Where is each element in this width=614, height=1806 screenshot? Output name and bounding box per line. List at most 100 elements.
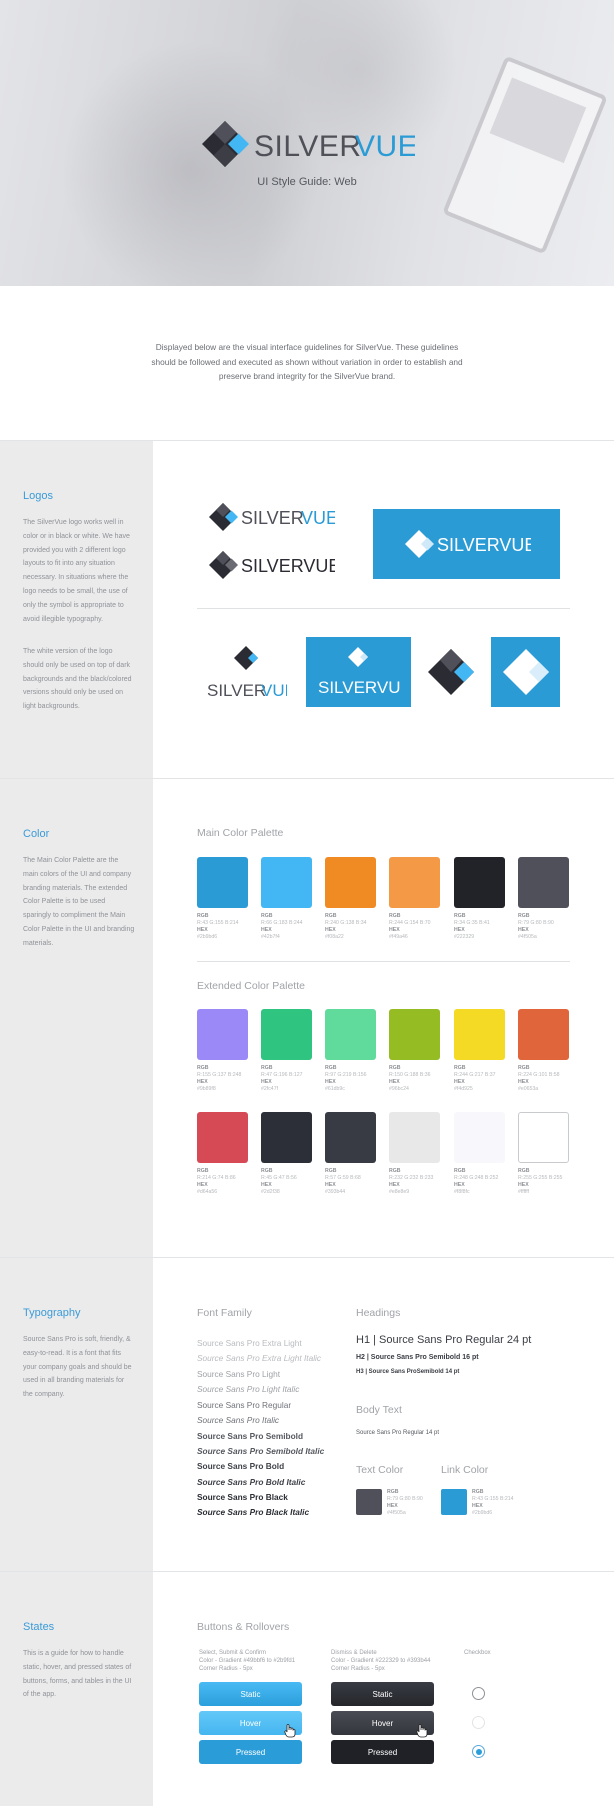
logo-horizontal-black: SILVERVUE (209, 551, 335, 579)
font-sample: Source Sans Pro Italic (197, 1415, 280, 1425)
svg-text:VUE: VUE (261, 681, 287, 700)
logos-paragraph-2: The white version of the logo should onl… (23, 648, 132, 711)
color-swatch-label: RGB R:45 G:47 B:56 HEX #2d2f38 (261, 1168, 297, 1195)
color-swatch (454, 1112, 505, 1163)
font-sample: Source Sans Pro Black (197, 1492, 288, 1502)
extended-palette-title: Extended Color Palette (197, 980, 305, 992)
color-swatch-label: RGB R:34 G:35 B:41 HEX #222329 (454, 913, 490, 940)
color-description: The Main Color Palette are the main colo… (23, 857, 135, 947)
logo-text-silver: SILVER (254, 130, 362, 163)
tablet-image (442, 55, 608, 255)
hero-subtitle: UI Style Guide: Web (257, 176, 357, 188)
color-swatch-label: RGB R:255 G:255 B:255 HEX #ffffff (518, 1168, 563, 1195)
dark-button-pressed[interactable]: Pressed (331, 1740, 434, 1764)
color-swatch (261, 857, 312, 908)
color-sidebar (0, 779, 153, 1257)
typography-sidebar (0, 1258, 153, 1571)
font-sample: Source Sans Pro Black Italic (197, 1507, 310, 1517)
svg-text:SILVER: SILVER (207, 681, 266, 700)
color-swatch-label: RGB R:97 G:219 B:156 HEX #61db9c (325, 1065, 367, 1092)
blue-button-pressed[interactable]: Pressed (199, 1740, 302, 1764)
typography-description: Source Sans Pro is soft, friendly, & eas… (23, 1336, 132, 1399)
color-swatch (389, 857, 440, 908)
logos-divider (197, 608, 570, 609)
checkbox-pressed[interactable] (472, 1745, 485, 1758)
buttons-title: Buttons & Rollovers (197, 1621, 290, 1633)
color-swatch-label: RGB R:150 G:188 B:36 HEX #96bc24 (389, 1065, 431, 1092)
checkbox-static[interactable] (472, 1687, 485, 1700)
hand-cursor-icon (416, 1724, 428, 1738)
color-swatch (197, 857, 248, 908)
logos-paragraph-1: The SilverVue logo works well in color o… (23, 519, 130, 623)
text-color-title: Text Color (356, 1464, 404, 1476)
color-swatch (197, 1009, 248, 1060)
logo-stacked-white: SILVERVUE (306, 637, 411, 707)
color-swatch-label: RGB R:232 G:232 B:233 HEX #e8e8e9 (389, 1168, 434, 1195)
body-text-title: Body Text (356, 1404, 402, 1416)
color-swatch (325, 1112, 376, 1163)
dark-button-spec: Dismiss & Delete Color - Gradient #22232… (331, 1650, 431, 1672)
body-text-sample: Source Sans Pro Regular 14 pt (356, 1430, 440, 1436)
color-swatch (197, 1112, 248, 1163)
silvervue-logo: SILVER VUE (202, 121, 415, 167)
heading-h2-sample: H2 | Source Sans Pro Semibold 16 pt (356, 1354, 479, 1361)
font-sample: Source Sans Pro Light (197, 1369, 281, 1379)
font-sample: Source Sans Pro Extra Light Italic (197, 1353, 322, 1363)
logo-symbol-white (491, 637, 560, 707)
color-swatch-label: RGB R:66 G:183 B:244 HEX #42b7f4 (261, 913, 303, 940)
heading-h1-sample: H1 | Source Sans Pro Regular 24 pt (356, 1334, 532, 1346)
logo-stacked-color: SILVER VUE (207, 646, 287, 700)
svg-text:SILVERVUE: SILVERVUE (437, 535, 531, 555)
intro-text: Displayed below are the visual interface… (151, 342, 463, 381)
heading-h3-sample: H3 | Source Sans ProSemibold 14 pt (356, 1369, 460, 1375)
color-swatch (389, 1112, 440, 1163)
svg-text:SILVERVUE: SILVERVUE (241, 556, 335, 576)
states-title: States (23, 1621, 55, 1633)
color-swatch (325, 857, 376, 908)
color-swatch-label: RGB R:47 G:196 B:127 HEX #2fc47f (261, 1065, 303, 1092)
color-swatch-label: RGB R:224 G:101 B:58 HEX #e0653a (518, 1065, 560, 1092)
font-sample: Source Sans Pro Light Italic (197, 1384, 300, 1394)
font-family-title: Font Family (197, 1307, 252, 1319)
color-swatch-label: RGB R:57 G:59 B:68 HEX #393b44 (325, 1168, 361, 1195)
color-swatch-label: RGB R:240 G:138 B:34 HEX #f08a22 (325, 913, 367, 940)
color-swatch (325, 1009, 376, 1060)
svg-text:SILVER: SILVER (241, 508, 304, 528)
color-swatch (389, 1009, 440, 1060)
color-swatch (454, 1009, 505, 1060)
color-title: Color (23, 828, 50, 840)
color-swatch-label: RGB R:155 G:137 B:248 HEX #9b89f8 (197, 1065, 242, 1092)
hero-banner: SILVER VUE UI Style Guide: Web (0, 0, 614, 286)
color-section: Color The Main Color Palette are the mai… (0, 779, 614, 1257)
logo-text-vue: VUE (355, 130, 415, 163)
color-swatch (518, 1009, 569, 1060)
font-sample: Source Sans Pro Semibold Italic (197, 1446, 325, 1456)
color-swatch (261, 1009, 312, 1060)
color-swatch (518, 857, 569, 908)
blue-button-static[interactable]: Static (199, 1682, 302, 1706)
logo-mark-icon (202, 121, 249, 167)
main-palette-title: Main Color Palette (197, 827, 284, 839)
logo-symbol-color (428, 649, 474, 695)
color-swatch-label: RGB R:248 G:248 B:252 HEX #f8f8fc (454, 1168, 499, 1195)
palette-divider (197, 961, 570, 962)
checkbox-hover[interactable] (472, 1716, 485, 1729)
logo-horizontal-color: SILVER VUE (209, 503, 335, 531)
link-color-title: Link Color (441, 1464, 489, 1476)
color-swatch-label: RGB R:79 G:80 B:90 HEX #4f505a (518, 913, 554, 940)
typography-section: Typography Source Sans Pro is soft, frie… (0, 1258, 614, 1571)
color-swatch (261, 1112, 312, 1163)
dark-button-static[interactable]: Static (331, 1682, 434, 1706)
logos-title: Logos (23, 490, 53, 502)
headings-title: Headings (356, 1307, 401, 1319)
states-section: States This is a guide for how to handle… (0, 1572, 614, 1806)
color-swatch-label: RGB R:244 G:154 B:70 HEX #f49a46 (389, 913, 431, 940)
hand-cursor-icon (284, 1724, 296, 1738)
states-description: This is a guide for how to handle static… (23, 1650, 132, 1699)
font-sample: Source Sans Pro Bold Italic (197, 1477, 306, 1487)
font-sample: Source Sans Pro Extra Light (197, 1338, 302, 1348)
color-swatch-label: RGB R:214 G:74 B:86 HEX #d64a56 (197, 1168, 236, 1195)
typography-title: Typography (23, 1307, 81, 1319)
color-swatch (518, 1112, 569, 1163)
font-sample: Source Sans Pro Semibold (197, 1431, 304, 1441)
